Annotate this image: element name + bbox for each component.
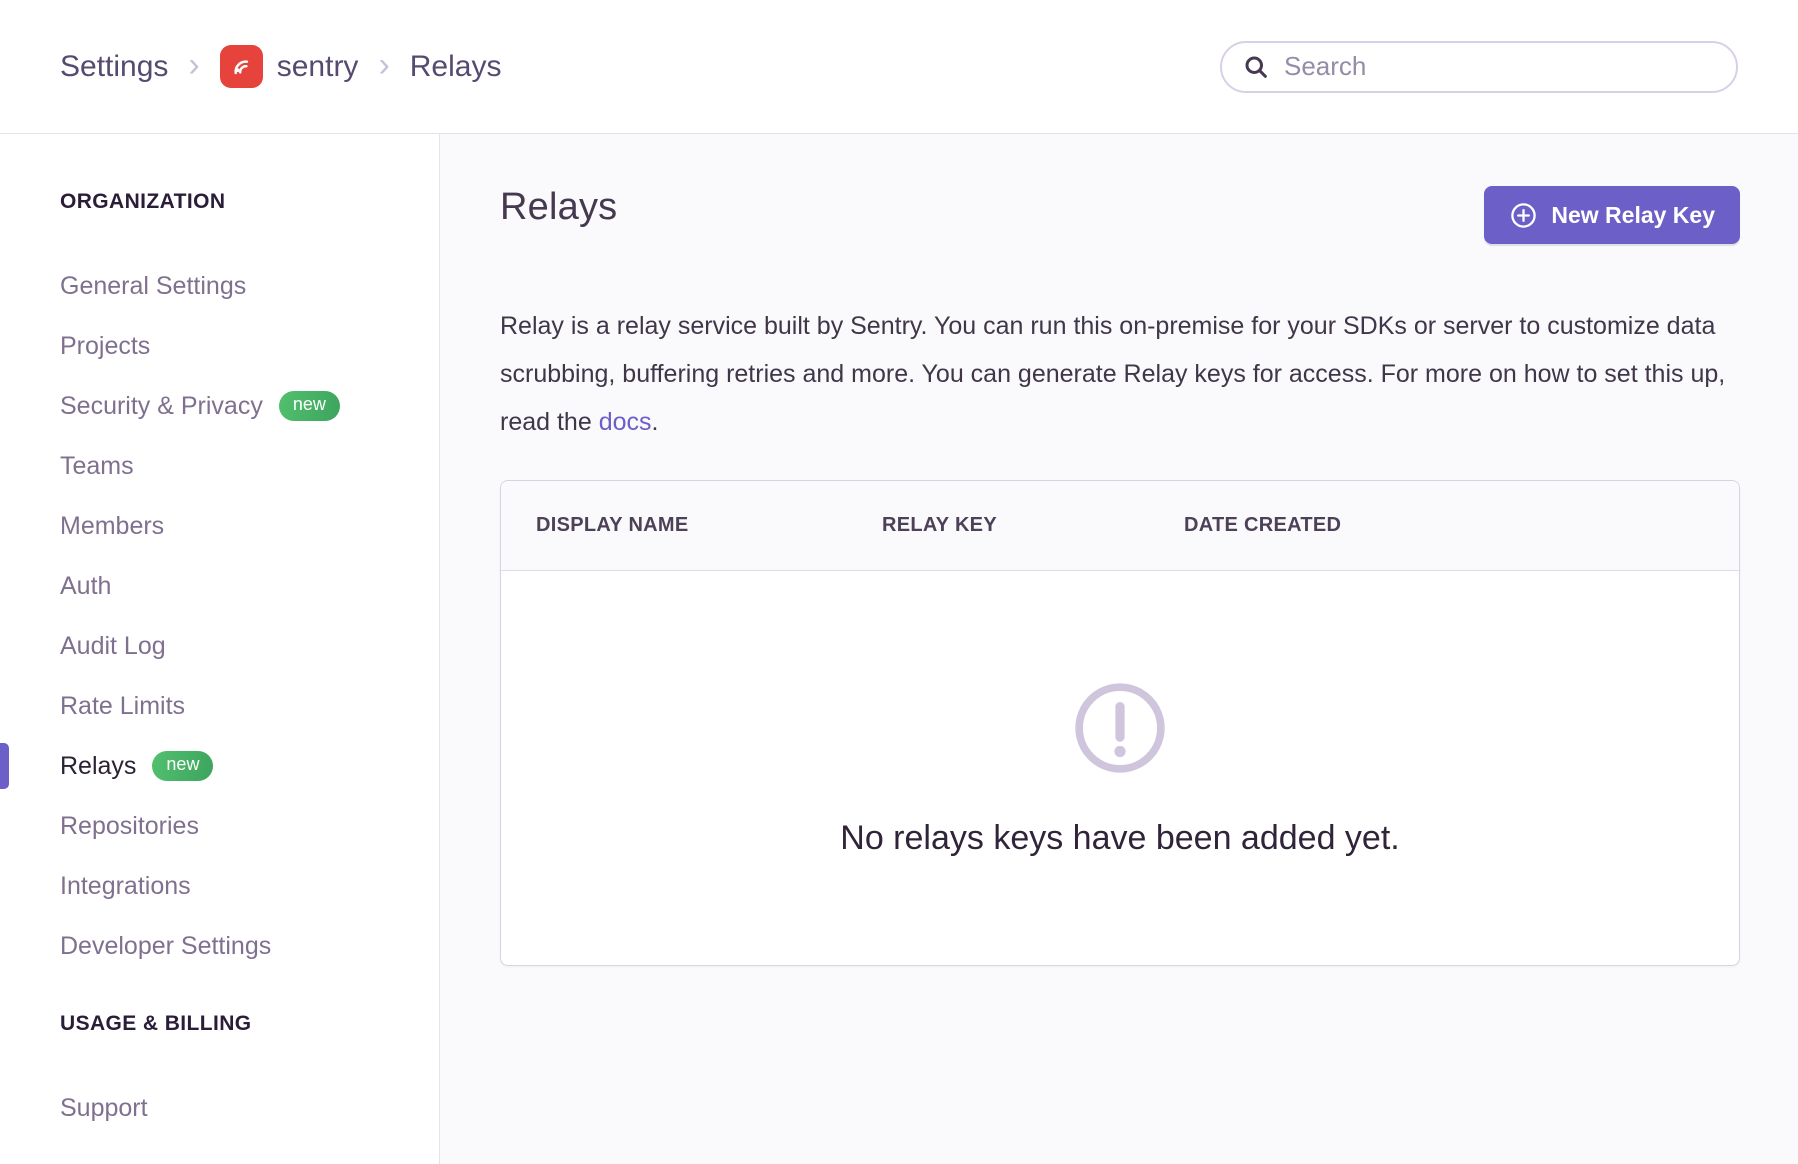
sidebar-section-organization: ORGANIZATION — [60, 190, 439, 214]
search-box[interactable] — [1220, 41, 1738, 93]
search-input[interactable] — [1284, 51, 1716, 82]
sidebar-item-label: Support — [60, 1094, 148, 1123]
breadcrumb: Settings › sentry › Relays — [60, 45, 501, 88]
sidebar-item-audit-log[interactable]: Audit Log — [60, 616, 439, 676]
settings-sidebar: ORGANIZATION General Settings Projects S… — [0, 134, 440, 1164]
relay-keys-table-header: DISPLAY NAME RELAY KEY DATE CREATED — [501, 481, 1739, 571]
sidebar-item-security-privacy[interactable]: Security & Privacy new — [60, 376, 439, 436]
relay-keys-panel: DISPLAY NAME RELAY KEY DATE CREATED No r… — [500, 480, 1740, 966]
main-content: Relays New Relay Key Relay is a relay se… — [440, 134, 1798, 1164]
breadcrumb-organization[interactable]: sentry — [220, 45, 359, 88]
new-badge: new — [279, 391, 340, 421]
sidebar-item-label: Rate Limits — [60, 692, 185, 721]
new-relay-key-button-label: New Relay Key — [1551, 202, 1715, 229]
sidebar-item-rate-limits[interactable]: Rate Limits — [60, 676, 439, 736]
sentry-logo-icon — [220, 45, 263, 88]
new-badge: new — [152, 751, 213, 781]
sidebar-section-usage-billing: USAGE & BILLING — [60, 1012, 439, 1036]
sidebar-item-teams[interactable]: Teams — [60, 436, 439, 496]
description-suffix: . — [652, 408, 659, 436]
page-title: Relays — [500, 186, 617, 229]
docs-link[interactable]: docs — [599, 408, 652, 436]
top-header: Settings › sentry › Relays — [0, 0, 1798, 134]
sidebar-item-label: Repositories — [60, 812, 199, 841]
sidebar-item-label: Relays — [60, 752, 136, 781]
sidebar-item-repositories[interactable]: Repositories — [60, 796, 439, 856]
empty-state-message: No relays keys have been added yet. — [840, 819, 1399, 858]
sidebar-item-projects[interactable]: Projects — [60, 316, 439, 376]
sidebar-item-label: General Settings — [60, 272, 246, 301]
sidebar-item-label: Audit Log — [60, 632, 166, 661]
alert-circle-icon — [1071, 679, 1169, 777]
chevron-right-icon: › — [188, 48, 199, 82]
organization-nav-list: General Settings Projects Security & Pri… — [60, 256, 439, 976]
empty-state: No relays keys have been added yet. — [501, 571, 1739, 965]
sidebar-item-members[interactable]: Members — [60, 496, 439, 556]
breadcrumb-organization-label: sentry — [277, 50, 359, 84]
column-header-relay-key: RELAY KEY — [882, 514, 1184, 537]
column-header-display-name: DISPLAY NAME — [536, 514, 882, 537]
sidebar-item-integrations[interactable]: Integrations — [60, 856, 439, 916]
relays-description: Relay is a relay service built by Sentry… — [500, 302, 1740, 446]
active-indicator — [0, 743, 9, 789]
column-header-date-created: DATE CREATED — [1184, 514, 1739, 537]
sidebar-item-support[interactable]: Support — [60, 1078, 439, 1138]
sidebar-item-label: Members — [60, 512, 164, 541]
usage-billing-nav-list: Support — [60, 1078, 439, 1138]
title-row: Relays New Relay Key — [500, 186, 1740, 244]
breadcrumb-settings[interactable]: Settings — [60, 50, 168, 84]
sidebar-item-auth[interactable]: Auth — [60, 556, 439, 616]
sidebar-item-label: Integrations — [60, 872, 191, 901]
breadcrumb-page: Relays — [410, 50, 502, 84]
sidebar-item-label: Projects — [60, 332, 150, 361]
sidebar-item-relays[interactable]: Relays new — [60, 736, 439, 796]
circle-plus-icon — [1509, 201, 1538, 230]
layout: ORGANIZATION General Settings Projects S… — [0, 134, 1798, 1164]
sidebar-item-developer-settings[interactable]: Developer Settings — [60, 916, 439, 976]
chevron-right-icon: › — [378, 48, 389, 82]
sidebar-item-label: Developer Settings — [60, 932, 271, 961]
sidebar-item-general-settings[interactable]: General Settings — [60, 256, 439, 316]
sidebar-item-label: Teams — [60, 452, 134, 481]
search-icon — [1242, 53, 1270, 81]
description-text: Relay is a relay service built by Sentry… — [500, 312, 1725, 436]
sidebar-item-label: Security & Privacy — [60, 392, 263, 421]
new-relay-key-button[interactable]: New Relay Key — [1484, 186, 1740, 244]
sidebar-item-label: Auth — [60, 572, 111, 601]
